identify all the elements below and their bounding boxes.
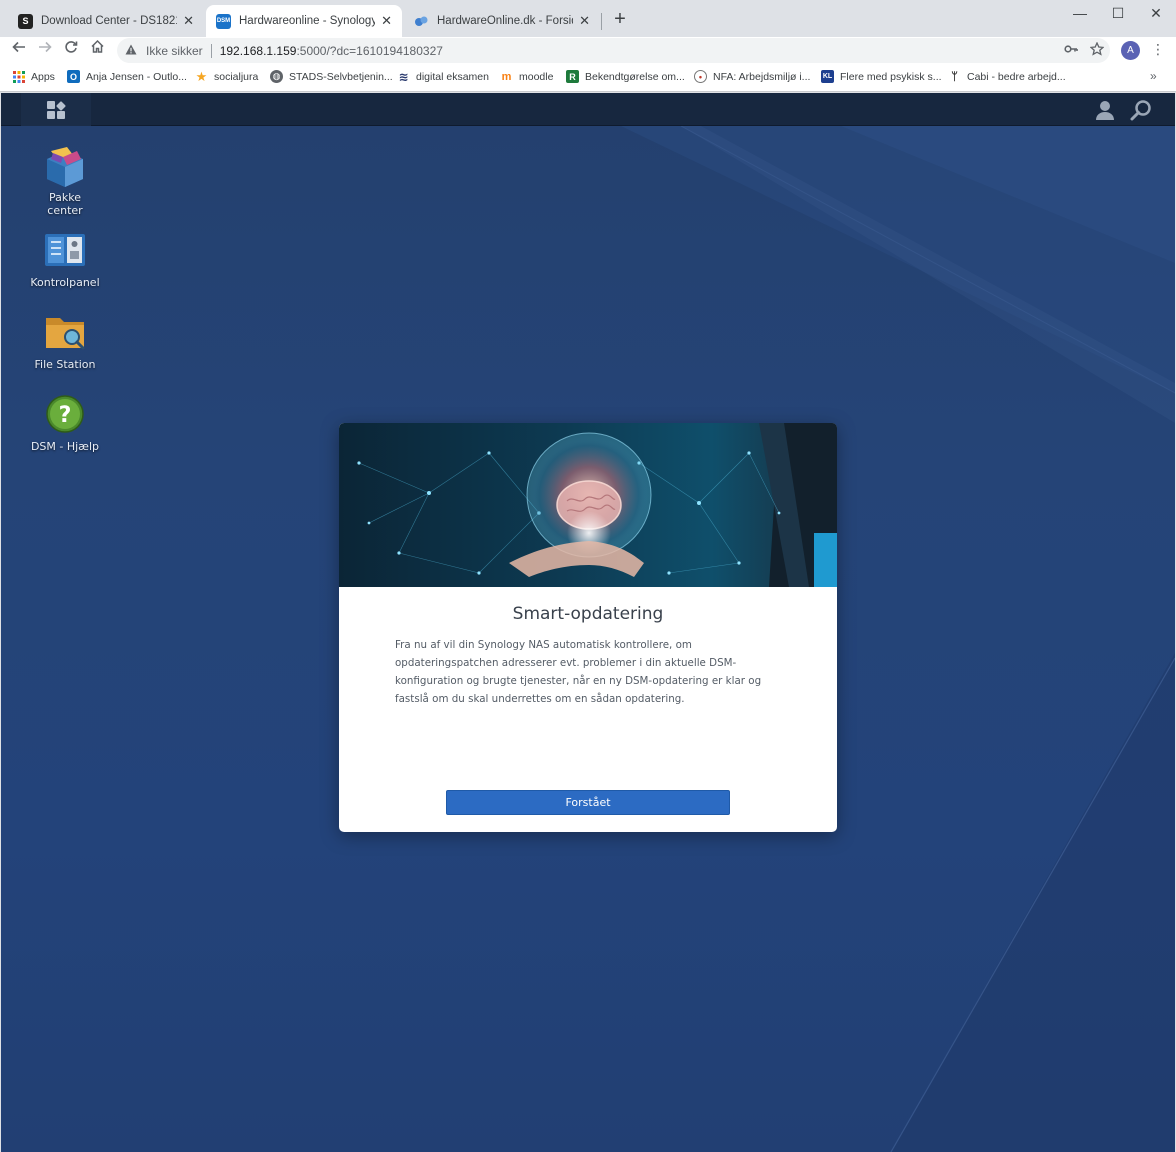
desktop-icon-control-panel[interactable]: Kontrolpanel: [25, 230, 105, 289]
warning-icon[interactable]: [125, 44, 138, 58]
kl-icon: KL: [821, 70, 834, 83]
main-menu-icon: [47, 100, 66, 119]
desktop-icon-label: File Station: [34, 358, 96, 371]
forward-arrow-icon: [39, 41, 52, 53]
moodle-icon: m: [501, 70, 512, 83]
svg-text:?: ?: [59, 403, 72, 428]
hardwareonline-icon: [414, 14, 429, 29]
forward-button[interactable]: [34, 39, 56, 61]
tab-synology-nas[interactable]: DSM Hardwareonline - Synology NAS ✕: [206, 5, 402, 37]
user-icon[interactable]: [1093, 98, 1117, 122]
divider: [210, 43, 212, 58]
dsm-taskbar: [1, 93, 1175, 126]
new-tab-button[interactable]: +: [609, 9, 631, 31]
home-button[interactable]: [86, 39, 108, 61]
control-panel-icon: [43, 230, 87, 274]
bookmark-moodle[interactable]: m moodle: [500, 70, 554, 83]
tab-separator: [601, 13, 602, 30]
bookmark-stads[interactable]: ◍ STADS-Selvbetjenin...: [270, 70, 393, 83]
reload-button[interactable]: [60, 39, 82, 61]
smart-update-dialog: Smart-opdatering Fra nu af vil din Synol…: [339, 423, 837, 832]
dsm-icon: DSM: [216, 13, 231, 29]
bookmark-socialjura[interactable]: ★ socialjura: [195, 68, 259, 84]
bookmark-label: NFA: Arbejdsmiljø i...: [713, 70, 811, 83]
bookmark-retsinformation[interactable]: R Bekendtgørelse om...: [566, 70, 685, 83]
url-host: 192.168.1.159: [219, 43, 297, 58]
bookmark-label: STADS-Selvbetjenin...: [289, 70, 393, 83]
wiseflow-icon: ≋: [398, 69, 409, 84]
url-path: :5000/?dc=1610194180327: [296, 43, 443, 58]
hero-image: [339, 423, 837, 587]
cabi-icon: ᛘ: [951, 70, 958, 83]
bookmark-cabi[interactable]: ᛘ Cabi - bedre arbejd...: [948, 70, 1066, 83]
close-icon[interactable]: ✕: [183, 13, 194, 29]
understood-button[interactable]: Forstået: [446, 790, 730, 815]
desktop-icon-label: Pakke center: [47, 191, 83, 217]
profile-avatar[interactable]: A: [1121, 41, 1140, 60]
browser-toolbar: Ikke sikker 192.168.1.159:5000/?dc=16101…: [0, 37, 1176, 64]
tab-title: Hardwareonline - Synology NAS: [239, 15, 376, 27]
globe-icon: ◍: [270, 70, 283, 83]
reload-icon: [65, 41, 78, 53]
maximize-button[interactable]: ☐: [1099, 0, 1137, 30]
dsm-desktop: Pakke center Kontrolpanel File Station ?…: [1, 93, 1175, 1152]
bookmark-label: Bekendtgørelse om...: [585, 70, 685, 83]
synology-s-icon: S: [18, 13, 33, 29]
minimize-button[interactable]: —: [1061, 0, 1099, 30]
bookmark-label: Anja Jensen - Outlo...: [86, 70, 187, 83]
bookmark-apps[interactable]: Apps: [12, 70, 55, 83]
bookmark-label: socialjura: [214, 70, 259, 83]
apps-grid-icon: [12, 70, 25, 83]
desktop-icon-file-station[interactable]: File Station: [25, 312, 105, 371]
bookmark-label: Flere med psykisk s...: [840, 70, 942, 83]
desktop-icon-label: DSM - Hjælp: [30, 440, 100, 453]
bookmarks-bar: Apps O Anja Jensen - Outlo... ★ socialju…: [0, 64, 1176, 92]
bookmark-digital-eksamen[interactable]: ≋ digital eksamen: [397, 69, 489, 84]
package-center-icon: [43, 145, 87, 189]
dialog-body-text: Fra nu af vil din Synology NAS automatis…: [395, 639, 762, 705]
desktop-icon-label: Kontrolpanel: [30, 276, 100, 289]
menu-kebab-icon[interactable]: ⋮: [1151, 41, 1165, 58]
home-icon: [90, 39, 104, 53]
bookmark-kl[interactable]: KL Flere med psykisk s...: [821, 70, 942, 83]
close-icon[interactable]: ✕: [579, 13, 590, 29]
tab-title: HardwareOnline.dk - Forside: [437, 15, 574, 27]
bookmark-nfa[interactable]: • NFA: Arbejdsmiljø i...: [694, 70, 810, 83]
more-bookmarks-icon[interactable]: »: [1150, 69, 1157, 83]
tab-download-center[interactable]: S Download Center - DS1821+ | Sy ✕: [8, 5, 204, 37]
nfa-icon: •: [694, 70, 707, 83]
back-button[interactable]: [8, 39, 30, 61]
bookmark-label: digital eksamen: [416, 70, 489, 83]
key-icon[interactable]: [1064, 42, 1078, 59]
retsinformation-icon: R: [566, 70, 579, 83]
security-label[interactable]: Ikke sikker: [146, 44, 203, 58]
dsm-help-icon: ?: [43, 394, 87, 438]
back-arrow-icon: [12, 41, 25, 53]
bookmark-outlook[interactable]: O Anja Jensen - Outlo...: [67, 70, 187, 83]
tab-strip: S Download Center - DS1821+ | Sy ✕ DSM H…: [0, 0, 1176, 37]
file-station-icon: [43, 312, 87, 356]
window-close-button[interactable]: ✕: [1137, 0, 1175, 30]
desktop-icon-dsm-help[interactable]: ? DSM - Hjælp: [25, 394, 105, 453]
bookmark-label: Apps: [31, 70, 55, 83]
close-icon[interactable]: ✕: [381, 13, 392, 29]
dialog-title: Smart-opdatering: [512, 604, 664, 624]
main-menu-button[interactable]: [21, 93, 91, 126]
bookmark-label: Cabi - bedre arbejd...: [967, 70, 1066, 83]
bookmark-label: moodle: [519, 70, 554, 83]
bookmark-star-icon[interactable]: [1089, 41, 1105, 59]
star-icon: ★: [195, 68, 208, 84]
tab-hardwareonline[interactable]: HardwareOnline.dk - Forside ✕: [404, 5, 600, 37]
address-bar[interactable]: Ikke sikker 192.168.1.159:5000/?dc=16101…: [117, 38, 1110, 63]
search-icon[interactable]: [1129, 98, 1153, 122]
tab-title: Download Center - DS1821+ | Sy: [41, 15, 177, 27]
desktop-icon-package-center[interactable]: Pakke center: [25, 145, 105, 217]
outlook-icon: O: [67, 70, 80, 83]
